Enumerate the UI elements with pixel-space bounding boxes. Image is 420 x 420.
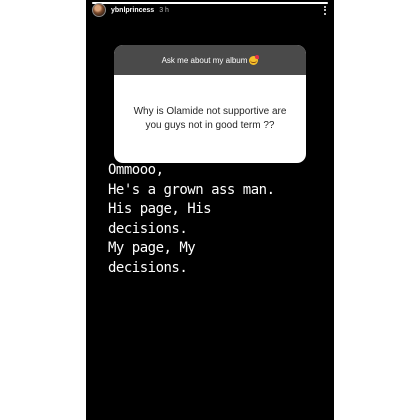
story-screen: ybnlprincess 3 h Ask me about my album W… xyxy=(86,0,334,420)
question-sticker-prompt: Ask me about my album xyxy=(161,55,248,65)
story-header: ybnlprincess 3 h xyxy=(92,1,330,19)
answer-text: Ommooo, He's a grown ass man. His page, … xyxy=(108,161,328,278)
answer-line: Ommooo, xyxy=(108,162,164,178)
answer-line: decisions. xyxy=(108,259,188,276)
answer-line: He's a grown ass man. xyxy=(108,181,275,198)
smiling-face-with-hearts-icon xyxy=(249,54,260,65)
avatar[interactable] xyxy=(92,3,106,17)
question-sticker: Ask me about my album Why is Olamide not… xyxy=(114,45,306,163)
answer-line: His page, His xyxy=(108,201,212,217)
post-time: 3 h xyxy=(159,6,169,14)
more-options-icon[interactable] xyxy=(320,3,330,17)
answer-line: decisions. xyxy=(108,220,188,237)
question-text: Why is Olamide not supportive are you gu… xyxy=(133,106,287,131)
username[interactable]: ybnlprincess xyxy=(111,7,154,14)
answer-line: My page, My xyxy=(108,240,196,256)
question-sticker-header: Ask me about my album xyxy=(114,45,306,75)
